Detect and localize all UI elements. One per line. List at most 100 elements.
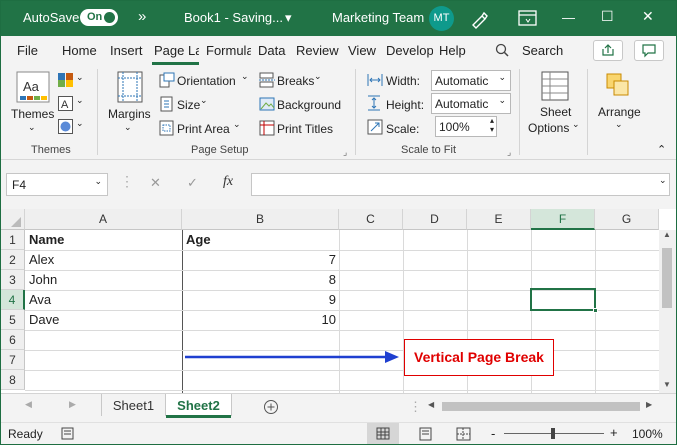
fill-handle[interactable] [593,308,598,313]
zoom-level[interactable]: 100% [632,427,663,441]
margins-button[interactable]: Margins [108,107,151,121]
document-title[interactable]: Book1 - Saving... [184,10,283,25]
sheet-options-dropdown-icon[interactable]: ⌄ [572,119,580,130]
breaks-icon[interactable] [259,72,275,88]
scale-launcher-icon[interactable]: ⌟ [507,147,511,158]
row-header-8[interactable]: 8 [1,370,25,390]
arrange-icon[interactable] [604,71,632,101]
horizontal-scroll-thumb[interactable] [442,402,640,411]
column-header-b[interactable]: B [182,209,339,230]
cell-a2[interactable]: Alex [26,250,182,270]
themes-icon[interactable]: Aa [16,71,50,103]
colors-dropdown-icon[interactable]: ⌄ [76,72,84,83]
tab-insert[interactable]: Insert [110,43,143,58]
cancel-icon[interactable]: ✕ [150,175,161,191]
close-icon[interactable]: ✕ [642,8,654,25]
page-setup-launcher-icon[interactable]: ⌟ [343,147,347,158]
ribbon-display-icon[interactable] [518,10,538,28]
print-titles-button[interactable]: Print Titles [277,122,333,136]
chevron-down-icon[interactable]: ⌄ [94,176,102,187]
margins-icon[interactable] [117,71,143,103]
row-header-2[interactable]: 2 [1,250,25,270]
minimize-icon[interactable]: — [562,10,575,25]
cell-b4[interactable]: 9 [183,290,339,310]
background-button[interactable]: Background [277,98,341,112]
sheet-tab-sheet1[interactable]: Sheet1 [102,394,165,418]
size-dropdown-icon[interactable]: ⌄ [200,95,208,106]
print-area-button[interactable]: Print Area [177,122,230,136]
background-icon[interactable] [259,96,275,112]
column-header-d[interactable]: D [403,209,467,230]
cell-b5[interactable]: 10 [183,310,339,330]
normal-view-button[interactable] [367,423,399,444]
expand-formula-icon[interactable]: ⌄ [659,175,667,186]
cell-b2[interactable]: 7 [183,250,339,270]
formula-input[interactable] [251,173,670,196]
row-header-4[interactable]: 4 [1,290,25,310]
orientation-icon[interactable] [159,72,175,88]
name-box[interactable]: F4 ⌄ [6,173,108,196]
sheet-options-button-line2[interactable]: Options [528,121,569,135]
fonts-dropdown-icon[interactable]: ⌄ [76,95,84,106]
breaks-dropdown-icon[interactable]: ⌄ [314,71,322,82]
vertical-scrollbar[interactable]: ▲ ▼ [659,230,676,393]
tab-data[interactable]: Data [258,43,285,58]
column-header-f[interactable]: F [531,209,595,230]
print-titles-icon[interactable] [259,120,275,136]
row-header-6[interactable]: 6 [1,330,25,350]
tab-review[interactable]: Review [296,43,339,58]
print-area-dropdown-icon[interactable]: ⌄ [233,119,241,130]
select-all-corner[interactable] [1,209,25,230]
column-header-e[interactable]: E [467,209,531,230]
tab-page-layout[interactable]: Page La [152,40,199,65]
search-label[interactable]: Search [522,43,563,58]
share-button[interactable] [593,40,623,61]
cell-a4[interactable]: Ava [26,290,182,310]
pen-icon[interactable] [469,9,489,29]
themes-dropdown-icon[interactable]: ⌄ [28,122,36,133]
autosave-toggle[interactable]: On [80,9,118,26]
accessibility-icon[interactable] [61,427,75,441]
maximize-icon[interactable]: ☐ [601,8,614,25]
row-header-5[interactable]: 5 [1,310,25,330]
insert-function-icon[interactable]: fx [223,174,233,190]
effects-icon[interactable] [58,119,74,134]
comments-button[interactable] [634,40,664,61]
margins-dropdown-icon[interactable]: ⌄ [124,122,132,133]
cell-a5[interactable]: Dave [26,310,182,330]
sheet-options-button[interactable]: Sheet [540,105,571,119]
scroll-right-icon[interactable]: ▶ [646,400,652,409]
fonts-icon[interactable]: A [58,96,74,111]
spinner-arrows-icon[interactable]: ▴ ▾ [490,116,494,134]
search-icon[interactable] [495,43,509,57]
quick-access-more-icon[interactable]: » [138,8,146,25]
add-sheet-icon[interactable] [263,399,279,415]
avatar[interactable]: MT [429,6,454,31]
page-layout-view-icon[interactable] [418,427,434,441]
tab-developer[interactable]: Develop [386,43,433,58]
zoom-out-button[interactable]: - [491,426,495,441]
cell-a3[interactable]: John [26,270,182,290]
tab-file[interactable]: File [17,43,38,58]
scroll-down-icon[interactable]: ▼ [663,380,671,389]
orientation-dropdown-icon[interactable]: ⌄ [241,71,249,82]
zoom-in-button[interactable]: + [610,425,618,440]
sheet-options-icon[interactable] [541,71,569,101]
themes-button[interactable]: Themes [11,107,54,121]
width-select[interactable]: Automatic ⌄ [431,70,511,91]
enter-icon[interactable]: ✓ [187,175,198,191]
effects-dropdown-icon[interactable]: ⌄ [76,118,84,129]
active-cell-f4[interactable] [530,288,598,313]
cell-a1[interactable]: Name [26,230,182,250]
breaks-button[interactable]: Breaks [277,74,314,88]
scroll-left-icon[interactable]: ◀ [428,400,434,409]
tab-home[interactable]: Home [62,43,97,58]
cell-b1[interactable]: Age [183,230,339,250]
scroll-up-icon[interactable]: ▲ [663,230,671,239]
arrange-dropdown-icon[interactable]: ⌄ [615,119,623,130]
next-sheet-icon[interactable]: ▶ [69,399,76,410]
colors-icon[interactable] [58,73,74,87]
scale-spinner[interactable]: 100% ▴ ▾ [435,116,497,137]
arrange-button[interactable]: Arrange [598,105,641,119]
page-break-preview-icon[interactable] [456,427,472,441]
